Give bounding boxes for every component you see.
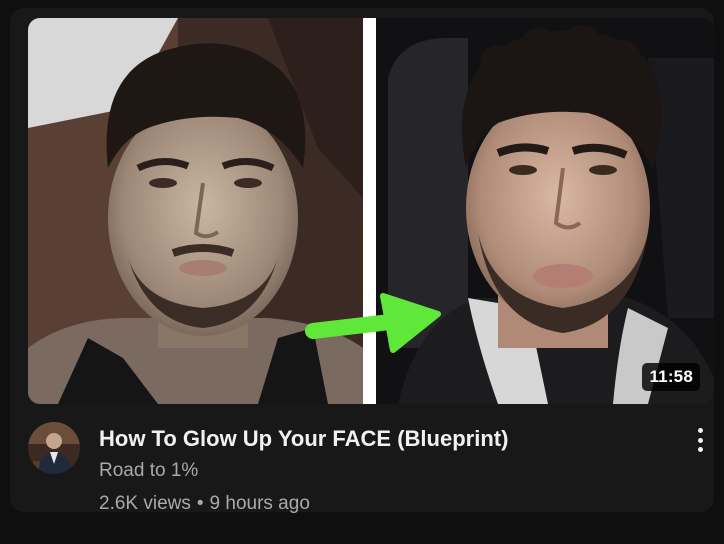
meta-separator: •: [196, 493, 204, 514]
video-thumbnail[interactable]: 11:58: [28, 18, 714, 404]
menu-dot: [697, 447, 703, 452]
channel-name[interactable]: Road to 1%: [99, 460, 198, 482]
video-metadata: 2.6K views • 9 hours ago: [99, 493, 310, 515]
duration-badge: 11:58: [642, 363, 700, 391]
thumbnail-image: [28, 18, 714, 404]
more-vert-icon[interactable]: [688, 424, 712, 456]
before-photo: [28, 18, 363, 404]
split-divider: [363, 18, 376, 404]
menu-dot: [697, 437, 703, 443]
channel-avatar[interactable]: [28, 422, 80, 474]
after-photo: [376, 18, 714, 404]
view-count: 2.6K views: [99, 493, 191, 514]
upload-age: 9 hours ago: [209, 493, 310, 514]
avatar-image: [28, 422, 80, 474]
menu-dot: [697, 428, 703, 433]
video-title[interactable]: How To Glow Up Your FACE (Blueprint): [99, 425, 659, 453]
